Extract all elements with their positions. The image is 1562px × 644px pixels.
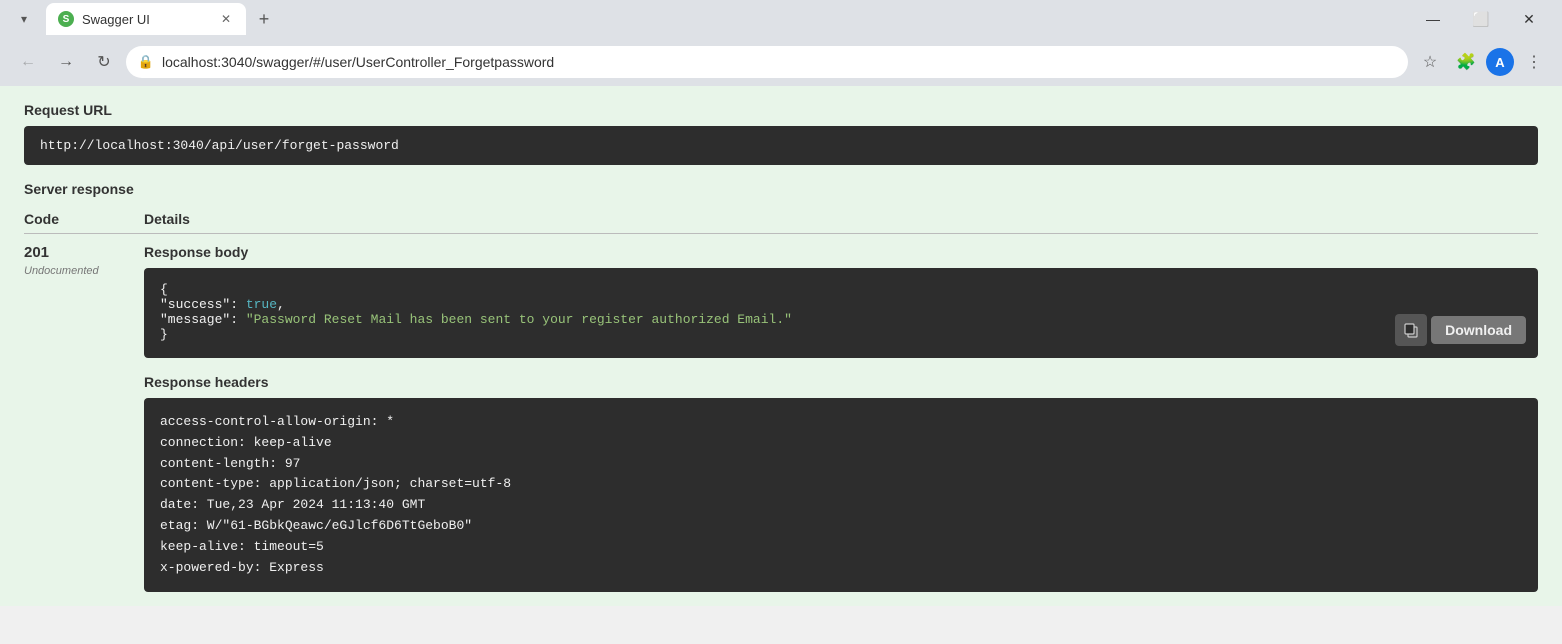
code-header: Code — [24, 205, 144, 234]
secure-icon: 🔒 — [138, 54, 154, 70]
request-url-value: http://localhost:3040/api/user/forget-pa… — [40, 138, 399, 153]
url-text: localhost:3040/swagger/#/user/UserContro… — [162, 54, 1396, 70]
json-line-2: "success": true, — [160, 297, 1522, 312]
minimize-button[interactable]: — — [1410, 3, 1456, 35]
title-bar: ▾ S Swagger UI ✕ + — ⬜ ✕ — [0, 0, 1562, 38]
response-headers-box: access-control-allow-origin: * connectio… — [144, 398, 1538, 592]
window-controls-right: — ⬜ ✕ — [1410, 3, 1552, 35]
header-line-5: date: Tue,23 Apr 2024 11:13:40 GMT — [160, 495, 1522, 516]
browser-chrome: ▾ S Swagger UI ✕ + — ⬜ ✕ ← → ↻ 🔒 localho… — [0, 0, 1562, 86]
json-line-4: } — [160, 327, 1522, 342]
download-button[interactable]: Download — [1431, 316, 1526, 344]
copy-download-buttons: Download — [1395, 314, 1526, 346]
header-line-3: content-length: 97 — [160, 454, 1522, 475]
tab-close-button[interactable]: ✕ — [218, 11, 234, 27]
url-bar[interactable]: 🔒 localhost:3040/swagger/#/user/UserCont… — [126, 46, 1408, 78]
header-line-4: content-type: application/json; charset=… — [160, 474, 1522, 495]
json-line-3: "message": "Password Reset Mail has been… — [160, 312, 1522, 327]
code-cell: 201 Undocumented — [24, 234, 144, 603]
tab-dropdown-button[interactable]: ▾ — [10, 5, 38, 33]
json-line-1: { — [160, 282, 1522, 297]
header-line-6: etag: W/"61-BGbkQeawc/eGJlcf6D6TtGeboB0" — [160, 516, 1522, 537]
response-headers-label: Response headers — [144, 374, 1538, 390]
new-tab-button[interactable]: + — [250, 5, 278, 33]
page-content: Request URL http://localhost:3040/api/us… — [0, 86, 1562, 606]
request-url-label: Request URL — [24, 102, 1538, 118]
menu-button[interactable]: ⋮ — [1518, 46, 1550, 78]
header-line-7: keep-alive: timeout=5 — [160, 537, 1522, 558]
details-cell: Response body { "success": true, "messag… — [144, 234, 1538, 603]
response-table: Code Details 201 Undocumented Response b… — [24, 205, 1538, 602]
maximize-button[interactable]: ⬜ — [1458, 3, 1504, 35]
details-header: Details — [144, 205, 1538, 234]
avatar-button[interactable]: A — [1486, 48, 1514, 76]
toolbar-right: ☆ 🧩 A ⋮ — [1414, 46, 1550, 78]
window-controls-left: ▾ — [10, 5, 38, 33]
close-button[interactable]: ✕ — [1506, 3, 1552, 35]
forward-button[interactable]: → — [50, 46, 82, 78]
header-line-1: access-control-allow-origin: * — [160, 412, 1522, 433]
server-response-label: Server response — [24, 181, 1538, 197]
code-number: 201 — [24, 244, 144, 261]
code-sub: Undocumented — [24, 265, 99, 277]
bookmark-button[interactable]: ☆ — [1414, 46, 1446, 78]
address-bar: ← → ↻ 🔒 localhost:3040/swagger/#/user/Us… — [0, 38, 1562, 86]
extensions-button[interactable]: 🧩 — [1450, 46, 1482, 78]
tab-title: Swagger UI — [82, 12, 210, 27]
header-line-2: connection: keep-alive — [160, 433, 1522, 454]
copy-button[interactable] — [1395, 314, 1427, 346]
response-body-box: { "success": true, "message": "Password … — [144, 268, 1538, 358]
response-body-label: Response body — [144, 244, 1538, 260]
table-row: 201 Undocumented Response body { "succes… — [24, 234, 1538, 603]
reload-button[interactable]: ↻ — [88, 46, 120, 78]
back-button[interactable]: ← — [12, 46, 44, 78]
tab-favicon: S — [58, 11, 74, 27]
header-line-8: x-powered-by: Express — [160, 558, 1522, 579]
active-tab[interactable]: S Swagger UI ✕ — [46, 3, 246, 35]
request-url-box: http://localhost:3040/api/user/forget-pa… — [24, 126, 1538, 165]
